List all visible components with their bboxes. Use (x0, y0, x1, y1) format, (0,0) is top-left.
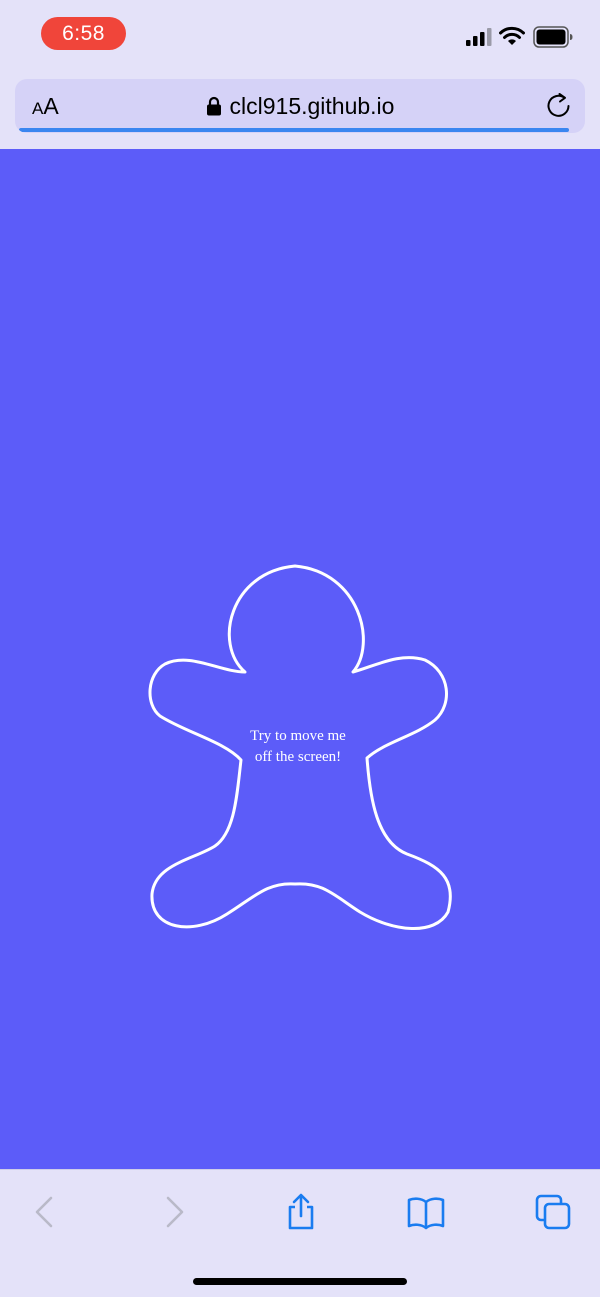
caption-line-1: Try to move me (250, 728, 346, 744)
url-field[interactable]: clcl915.github.io (15, 91, 585, 121)
cellular-signal-icon (466, 28, 492, 46)
back-icon[interactable] (24, 1192, 64, 1232)
battery-icon (533, 26, 573, 48)
browser-bottom-toolbar (0, 1169, 600, 1297)
status-bar: 6:58 (0, 0, 600, 70)
page-load-progress-bar (19, 128, 569, 132)
caption-line-2: off the screen! (254, 749, 342, 765)
status-time[interactable]: 6:58 (41, 17, 126, 50)
reload-icon[interactable] (545, 92, 573, 120)
web-page-content: Try to move me off the screen! (0, 149, 600, 1169)
lock-icon (206, 96, 221, 116)
browser-top-chrome: 6:58 AA clcl915.github.io (0, 0, 600, 149)
tabs-icon[interactable] (533, 1192, 573, 1232)
draggable-gingerbread-man[interactable]: Try to move me off the screen! (145, 554, 457, 938)
home-indicator (193, 1278, 407, 1285)
wifi-icon (499, 26, 525, 45)
bookmarks-icon[interactable] (406, 1192, 446, 1232)
share-icon[interactable] (281, 1192, 321, 1232)
forward-icon[interactable] (155, 1192, 195, 1232)
gingerbread-caption: Try to move me off the screen! (145, 726, 451, 768)
url-text: clcl915.github.io (229, 93, 395, 119)
address-bar[interactable]: AA clcl915.github.io (15, 79, 585, 133)
